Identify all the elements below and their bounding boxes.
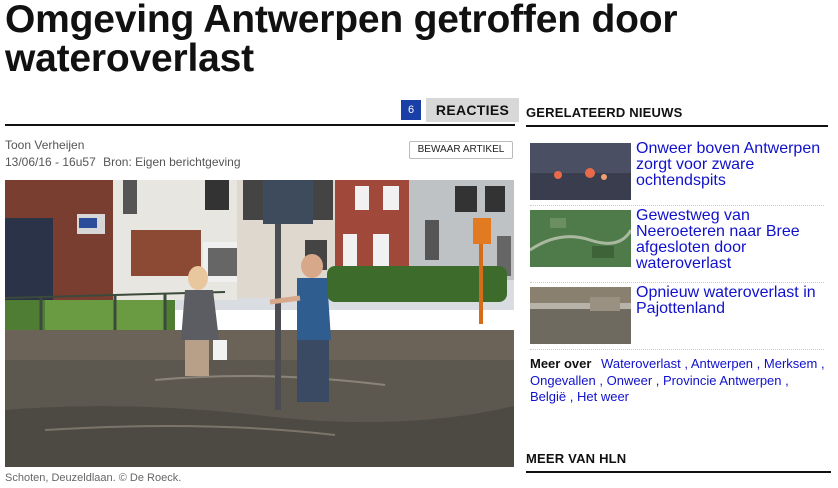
reacties-bar: 6 REACTIES [5, 98, 519, 126]
article-photo [5, 180, 514, 467]
related-news-thumbnail[interactable] [530, 210, 631, 267]
related-news-link[interactable]: Onweer boven Antwerpen zorgt voor zware … [636, 141, 826, 189]
bewaar-artikel-button[interactable]: BEWAAR ARTIKEL [409, 141, 513, 159]
meer-over-label: Meer over [530, 356, 592, 371]
tag-link[interactable]: Het weer [577, 389, 629, 404]
article-source: Bron: Eigen berichtgeving [103, 155, 241, 169]
related-news-item[interactable]: Gewestweg van Neeroeteren naar Bree afge… [530, 208, 826, 283]
meer-over-tags: Meer over Wateroverlast , Antwerpen , Me… [530, 356, 825, 404]
reacties-count-badge[interactable]: 6 [401, 100, 421, 120]
tag-link[interactable]: Ongevallen [530, 373, 596, 388]
meer-van-hln-heading: MEER VAN HLN [526, 451, 831, 473]
tag-link[interactable]: België [530, 389, 566, 404]
reacties-button[interactable]: REACTIES [426, 98, 519, 122]
article-title: Omgeving Antwerpen getroffen door watero… [5, 0, 678, 80]
related-news-item[interactable]: Opnieuw wateroverlast in Pajottenland [530, 285, 826, 350]
tag-link[interactable]: Onweer [607, 373, 653, 388]
tag-link[interactable]: Wateroverlast [601, 356, 681, 371]
tag-link[interactable]: Provincie Antwerpen [663, 373, 782, 388]
related-news-link[interactable]: Gewestweg van Neeroeteren naar Bree afge… [636, 208, 826, 272]
related-news-thumbnail[interactable] [530, 287, 631, 344]
gerelateerd-nieuws-heading: GERELATEERD NIEUWS [526, 105, 828, 127]
tag-link[interactable]: Merksem [764, 356, 817, 371]
tag-link[interactable]: Antwerpen [691, 356, 753, 371]
article-author: Toon Verheijen [5, 138, 85, 152]
related-news-item[interactable]: Onweer boven Antwerpen zorgt voor zware … [530, 141, 826, 206]
article-date: 13/06/16 - 16u57 [5, 155, 96, 169]
related-news-link[interactable]: Opnieuw wateroverlast in Pajottenland [636, 285, 826, 317]
related-news-thumbnail[interactable] [530, 143, 631, 200]
photo-caption: Schoten, Deuzeldlaan. © De Roeck. [5, 472, 182, 484]
article-dateline: 13/06/16 - 16u57 Bron: Eigen berichtgevi… [5, 155, 245, 169]
